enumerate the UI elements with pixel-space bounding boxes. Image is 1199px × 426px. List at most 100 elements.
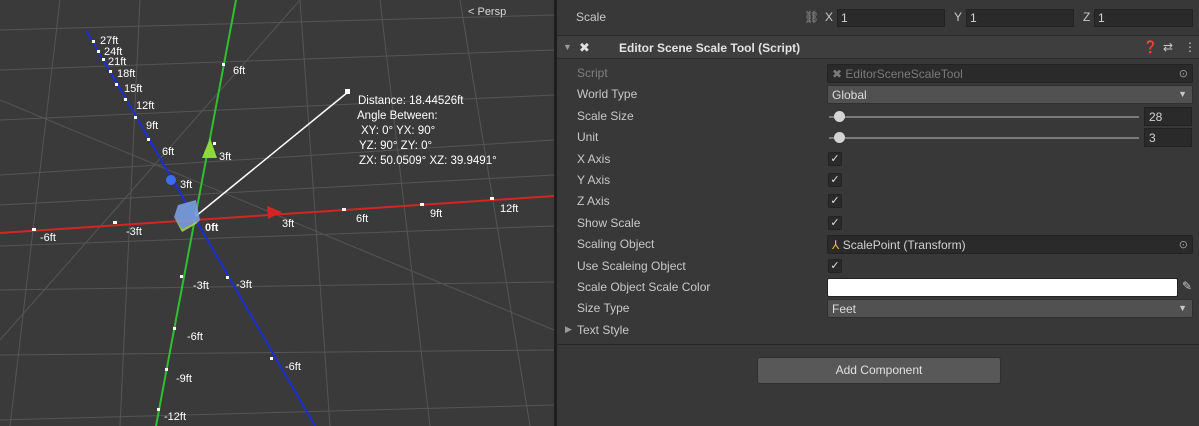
z-tick-label: 18ft — [117, 68, 135, 80]
scene-view[interactable]: 27ft 24ft 21ft 18ft 15ft 12ft 9ft 6ft 3f… — [0, 0, 554, 426]
text-style-label[interactable]: Text Style — [577, 323, 629, 337]
x-tick-label: 0ft — [205, 222, 219, 234]
script-field: ✖ EditorSceneScaleTool ⊙ — [827, 64, 1193, 83]
angle-xy-text: XY: 0° YX: 90° — [361, 125, 435, 137]
use-scaling-object-row: Use Scaleing Object ✓ — [557, 256, 1199, 277]
scale-object-color-row: Scale Object Scale Color ✎ — [557, 277, 1199, 298]
scale-label: Scale — [576, 10, 607, 24]
angle-yz-text: YZ: 90° ZY: 0° — [359, 140, 432, 152]
distance-text: Distance: 18.44526ft — [358, 95, 464, 107]
z-axis-checkbox[interactable]: ✓ — [828, 194, 842, 208]
y-axis-checkbox[interactable]: ✓ — [828, 173, 842, 187]
x-tick-label: 12ft — [500, 203, 518, 215]
z-tick-label: 21ft — [108, 56, 126, 68]
scale-x-label[interactable]: X — [825, 10, 833, 24]
y-tick-label: -6ft — [187, 331, 203, 343]
text-style-foldout[interactable]: ▶ Text Style — [557, 320, 1199, 341]
z-handle[interactable] — [166, 175, 176, 185]
scale-y-field[interactable]: 1 — [966, 9, 1074, 27]
collapse-arrow-icon[interactable]: ▼ — [563, 42, 572, 52]
transform-icon: ⅄ — [832, 238, 840, 252]
script-row: Script ✖ EditorSceneScaleTool ⊙ — [557, 63, 1199, 84]
x-axis-labels: -6ft -3ft 0ft 3ft 6ft 9ft 12ft — [40, 203, 518, 244]
z-tick-label: -6ft — [285, 361, 301, 373]
show-scale-checkbox[interactable]: ✓ — [828, 216, 842, 230]
y-axis-labels: 6ft 3ft -3ft -6ft -9ft -12ft — [164, 65, 245, 423]
unit-row: Unit 3 — [557, 127, 1199, 148]
z-tick-label: 12ft — [136, 100, 154, 112]
size-type-value: Feet — [832, 302, 857, 316]
z-tick-label: 6ft — [162, 146, 174, 158]
x-tick-label: 3ft — [282, 218, 294, 230]
world-type-label: World Type — [577, 87, 638, 101]
script-file-icon: ✖ — [832, 67, 843, 81]
x-axis-checkbox[interactable]: ✓ — [828, 152, 842, 166]
foldout-arrow-icon[interactable]: ▶ — [565, 324, 572, 335]
link-icon[interactable]: ⛓ — [804, 10, 819, 24]
scale-size-row: Scale Size 28 — [557, 106, 1199, 127]
y-tick-label: 6ft — [233, 65, 245, 77]
dropdown-arrow-icon: ▼ — [1178, 89, 1187, 99]
component-separator — [557, 344, 1199, 345]
unit-field[interactable]: 3 — [1144, 128, 1192, 147]
dropdown-arrow-icon: ▼ — [1178, 303, 1187, 313]
scale-size-field[interactable]: 28 — [1144, 107, 1192, 126]
z-tick-label: 9ft — [146, 120, 158, 132]
x-tick-label: 9ft — [430, 208, 442, 220]
inspector-panel: Scale ⛓ X 1 Y 1 Z 1 ▼ ✖ Editor Scene Sca… — [557, 0, 1199, 426]
eyedropper-icon[interactable]: ✎ — [1182, 279, 1192, 293]
scaling-object-label: Scaling Object — [577, 237, 655, 251]
show-scale-label: Show Scale — [577, 216, 641, 230]
center-cube-handle[interactable] — [174, 200, 200, 229]
scale-size-slider-track[interactable] — [829, 116, 1139, 118]
use-scaling-object-label: Use Scaleing Object — [577, 259, 686, 273]
y-tick-label: -3ft — [193, 280, 209, 292]
y-tick-label: -9ft — [176, 373, 192, 385]
y-tick-label: 3ft — [219, 151, 231, 163]
world-type-row: World Type Global ▼ — [557, 84, 1199, 105]
world-type-value: Global — [832, 88, 867, 102]
measure-endpoint[interactable] — [345, 89, 350, 94]
scale-z-field[interactable]: 1 — [1094, 9, 1193, 27]
component-title: Editor Scene Scale Tool (Script) — [619, 41, 801, 55]
y-arrow-handle[interactable] — [202, 138, 217, 158]
transform-scale-row: Scale ⛓ X 1 Y 1 Z 1 — [557, 6, 1199, 27]
unit-slider-thumb[interactable] — [834, 132, 845, 143]
angle-zx-text: ZX: 50.0509° XZ: 39.9491° — [359, 155, 497, 167]
scene-canvas[interactable]: 27ft 24ft 21ft 18ft 15ft 12ft 9ft 6ft 3f… — [0, 0, 554, 426]
script-label: Script — [577, 66, 608, 80]
scale-z-label[interactable]: Z — [1083, 10, 1090, 24]
size-type-dropdown[interactable]: Feet ▼ — [827, 299, 1193, 318]
scale-y-label[interactable]: Y — [954, 10, 962, 24]
y-axis-row: Y Axis ✓ — [557, 170, 1199, 191]
z-tick-label: 3ft — [180, 179, 192, 191]
component-header[interactable]: ▼ ✖ Editor Scene Scale Tool (Script) ❓ ⇄… — [557, 35, 1199, 59]
z-tick-label: 15ft — [124, 83, 142, 95]
use-scaling-object-checkbox[interactable]: ✓ — [828, 259, 842, 273]
size-type-row: Size Type Feet ▼ — [557, 298, 1199, 319]
kebab-menu-icon[interactable]: ⋮ — [1184, 40, 1196, 54]
help-icon[interactable]: ❓ — [1143, 40, 1158, 54]
world-type-dropdown[interactable]: Global ▼ — [827, 85, 1193, 104]
preset-icon[interactable]: ⇄ — [1163, 40, 1173, 54]
scaling-object-value: ScalePoint (Transform) — [842, 238, 966, 252]
z-axis-row: Z Axis ✓ — [557, 191, 1199, 212]
scaling-object-row: Scaling Object ⅄ ScalePoint (Transform) … — [557, 234, 1199, 255]
unit-label: Unit — [577, 130, 599, 144]
scaling-object-field[interactable]: ⅄ ScalePoint (Transform) ⊙ — [827, 235, 1193, 254]
scale-size-label: Scale Size — [577, 109, 634, 123]
x-arrow-handle[interactable] — [267, 206, 282, 219]
scale-size-slider-thumb[interactable] — [834, 111, 845, 122]
z-axis-label: Z Axis — [577, 194, 610, 208]
scale-x-field[interactable]: 1 — [837, 9, 945, 27]
perspective-toggle[interactable]: < Persp — [468, 6, 506, 18]
script-field-value: EditorSceneScaleTool — [845, 67, 963, 81]
scale-object-color-field[interactable] — [827, 278, 1178, 297]
object-picker-icon[interactable]: ⊙ — [1179, 238, 1188, 251]
x-axis-label: X Axis — [577, 152, 611, 166]
scale-object-color-label: Scale Object Scale Color — [577, 280, 711, 294]
unit-slider-track[interactable] — [829, 137, 1139, 139]
add-component-button[interactable]: Add Component — [757, 357, 1001, 384]
z-tick-label: -3ft — [236, 279, 252, 291]
x-tick-label: -6ft — [40, 232, 56, 244]
